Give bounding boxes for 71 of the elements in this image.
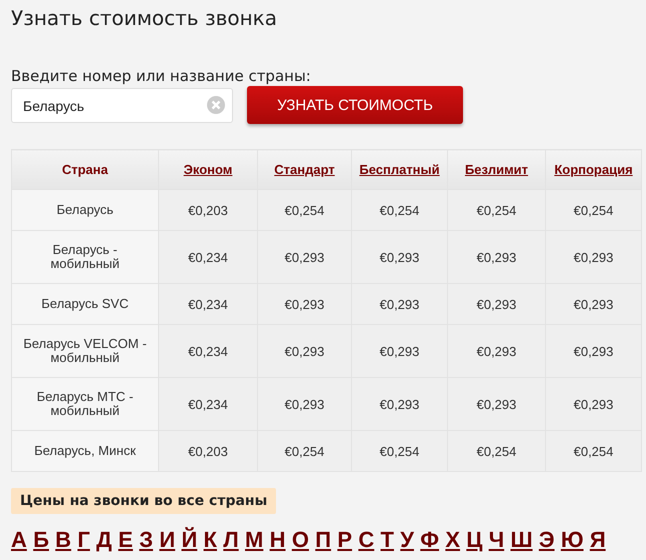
country-name: Беларусь VELCOM - мобильный (23, 336, 147, 365)
price-value: €0,254 (380, 444, 420, 458)
search-field[interactable]: Беларусь (11, 88, 233, 123)
letter-link[interactable]: Ц (466, 527, 482, 553)
country-name: Беларусь - мобильный (50, 242, 120, 271)
letter-link[interactable]: М (245, 527, 264, 553)
price-value: €0,234 (188, 344, 228, 358)
letter-link[interactable]: К (204, 527, 217, 553)
letter-link[interactable]: У (400, 527, 414, 553)
country-name: Беларусь SVC (41, 296, 129, 312)
page-title: Узнать стоимость звонка (11, 6, 278, 32)
letter-link[interactable]: Г (77, 527, 90, 553)
price-value: €0,293 (284, 296, 324, 312)
price-value: €0,203 (188, 444, 228, 458)
letter-link[interactable]: Д (96, 527, 112, 553)
price-value: €0,293 (574, 396, 614, 412)
letter-link[interactable]: Р (337, 527, 352, 553)
letter-link[interactable]: Т (380, 527, 394, 553)
price-value: €0,254 (380, 202, 420, 218)
letter-link[interactable]: А (11, 527, 27, 553)
all-countries-label: Цены на звонки во все страны (11, 488, 276, 514)
letter-link[interactable]: Й (181, 527, 198, 553)
price-value: €0,254 (476, 444, 516, 458)
clear-icon[interactable] (207, 96, 225, 114)
price-value: €0,293 (284, 396, 324, 412)
price-value: €0,254 (284, 444, 324, 458)
price-value: €0,254 (476, 202, 516, 218)
price-value: €0,293 (380, 250, 420, 264)
letter-link[interactable]: Н (270, 527, 286, 553)
country-name: Беларусь (56, 202, 114, 218)
country-name: Беларусь МТС - мобильный (36, 389, 134, 418)
price-value: €0,293 (380, 344, 420, 358)
letter-link[interactable]: Ч (488, 527, 504, 553)
letter-link[interactable]: П (315, 527, 332, 553)
field-label: Введите номер или название страны: (11, 67, 312, 85)
price-value: €0,293 (574, 296, 614, 312)
letter-link[interactable]: Ш (510, 527, 533, 553)
letter-link[interactable]: В (55, 527, 72, 553)
letter-link[interactable]: Ю (560, 527, 584, 553)
price-value: €0,293 (574, 344, 614, 358)
price-value: €0,203 (188, 202, 228, 218)
price-value: €0,293 (284, 250, 324, 264)
letter-link[interactable]: З (139, 527, 154, 553)
letter-link[interactable]: Э (538, 527, 555, 553)
price-value: €0,254 (284, 202, 324, 218)
price-value: €0,293 (574, 250, 614, 264)
letter-link[interactable]: Я (590, 527, 606, 553)
letter-link[interactable]: С (358, 527, 374, 553)
price-value: €0,293 (380, 296, 420, 312)
price-value: €0,293 (476, 250, 516, 264)
letter-link[interactable]: Е (118, 527, 133, 553)
letter-link[interactable]: Б (33, 527, 49, 553)
price-value: €0,234 (188, 296, 228, 312)
letter-link[interactable]: О (292, 527, 309, 553)
price-value: €0,254 (574, 444, 614, 458)
column-header: Страна (62, 162, 108, 177)
price-value: €0,293 (476, 396, 516, 412)
price-value: €0,293 (476, 344, 516, 358)
letter-link[interactable]: Х (445, 527, 460, 553)
price-value: €0,293 (380, 396, 420, 412)
price-value: €0,254 (574, 202, 614, 218)
country-name: Беларусь, Минск (34, 443, 136, 458)
price-value: €0,234 (188, 396, 228, 412)
letter-link[interactable]: И (159, 527, 176, 553)
price-value: €0,234 (188, 250, 228, 264)
price-value: €0,293 (476, 296, 516, 312)
column-header-link[interactable]: Эконом (184, 162, 232, 177)
search-button[interactable]: УЗНАТЬ СТОИМОСТЬ (247, 86, 463, 124)
letter-link[interactable]: Ф (420, 527, 440, 553)
letter-link[interactable]: Л (223, 527, 239, 553)
price-value: €0,293 (284, 344, 324, 358)
